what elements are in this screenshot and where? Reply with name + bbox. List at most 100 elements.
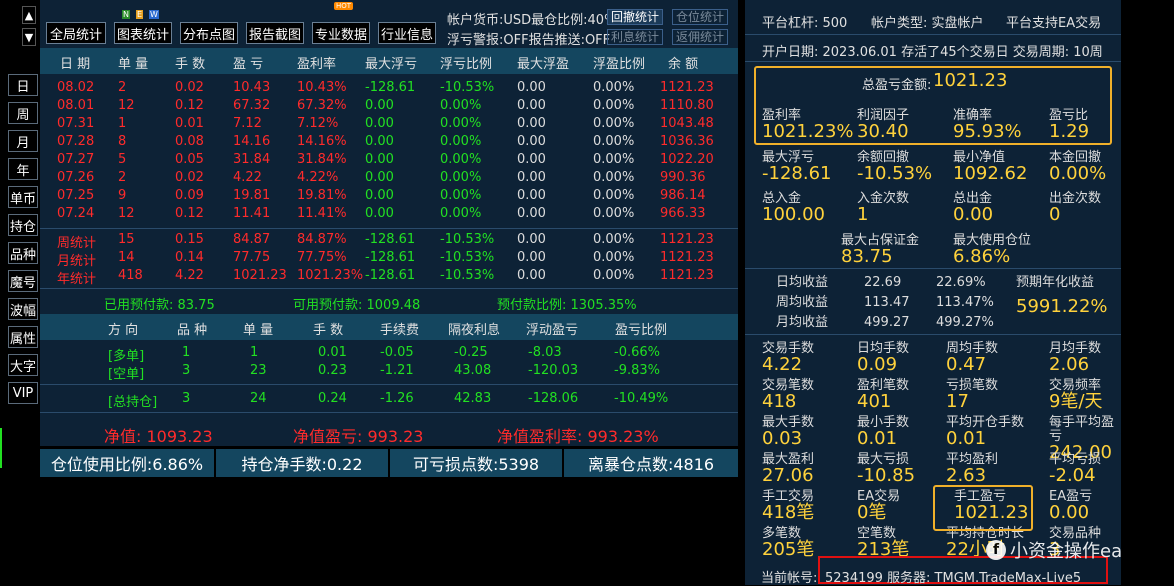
leverage: 平台杠杆: 500 <box>762 16 848 31</box>
trade-row: 07.26 2 0.02 4.22 4.22% 0.00 0.00% 0.00 0.00% 990… <box>40 169 738 187</box>
cell: 1036.36 <box>660 134 714 149</box>
cell: -10.53% <box>440 268 495 283</box>
grid-stat-cell: 交易手数 4.22 <box>762 341 815 375</box>
position-row: [多单] 1 1 0.01 -0.05 -0.25 -8.03 -0.66% <box>40 344 738 364</box>
side-btn-single-currency[interactable]: 单币 <box>8 186 38 208</box>
position-stats-button[interactable]: 仓位统计 <box>672 9 729 25</box>
rebate-stats-button[interactable]: 返佣统计 <box>672 29 729 45</box>
cell: 1021.23% <box>297 268 364 283</box>
position-row: [总持仓] 3 24 0.24 -1.26 42.83 -128.06 -10.49% <box>40 390 738 410</box>
new-badge: NEW <box>122 10 159 19</box>
divider <box>40 288 738 289</box>
cell: 418 <box>118 268 143 283</box>
divider <box>40 412 738 413</box>
current-account-value: 5234199 服务器: TMGM.TradeMax-Live5 <box>825 571 1082 586</box>
stat-cell: 利润因子 30.40 <box>857 108 910 142</box>
stat-cell: 出金次数 0 <box>1049 191 1102 225</box>
grid-stat-cell: 平均亏损 -2.04 <box>1049 452 1102 486</box>
cell: -8.03 <box>528 345 562 360</box>
stat-cell: 盈利率 1021.23% <box>762 108 854 142</box>
side-btn-year[interactable]: 年 <box>8 158 38 180</box>
grid-stat-cell: 月均手数 2.06 <box>1049 341 1102 375</box>
cell: -9.83% <box>614 363 660 378</box>
cell: 67.32 <box>233 98 271 113</box>
weekly-income-pct: 113.47% <box>936 295 994 310</box>
stat-cell: 最小净值 1092.62 <box>953 150 1028 184</box>
cell: 0.05 <box>175 152 204 167</box>
divider <box>40 384 738 385</box>
trade-row: 07.31 1 0.01 7.12 7.12% 0.00 0.00% 0.00 0.00% 104… <box>40 115 738 133</box>
side-btn-vip[interactable]: VIP <box>8 382 38 404</box>
cell: 0.09 <box>175 188 204 203</box>
cell: 7.12% <box>297 116 339 131</box>
cell: 0.15 <box>175 232 204 247</box>
cell: 0.00% <box>593 206 635 221</box>
grid-stat-cell: 最大盈利 27.06 <box>762 452 815 486</box>
side-btn-day[interactable]: 日 <box>8 74 38 96</box>
trade-row: 08.01 12 0.12 67.32 67.32% 0.00 0.00% 0.00 0.00%… <box>40 97 738 115</box>
scroll-up-arrow[interactable]: ▲ <box>22 6 36 24</box>
industry-info-button[interactable]: 行业信息 <box>378 22 436 44</box>
side-btn-month[interactable]: 月 <box>8 130 38 152</box>
cell: 1121.23 <box>660 232 714 247</box>
side-btn-attributes[interactable]: 属性 <box>8 326 38 348</box>
trade-row: 08.02 2 0.02 10.43 10.43% -128.61 -10.53% 0.00 0… <box>40 79 738 97</box>
cell: 0.00% <box>440 134 482 149</box>
cell: 4.22% <box>297 170 339 185</box>
stat-cell: 总出金 0.00 <box>953 191 994 225</box>
summary-row: 周统计 15 0.15 84.87 84.87% -128.61 -10.53% 0.00 0.… <box>40 231 738 251</box>
divider <box>745 34 1121 35</box>
side-btn-magic[interactable]: 魔号 <box>8 270 38 292</box>
side-btn-week[interactable]: 周 <box>8 102 38 124</box>
cell: 0.08 <box>175 134 204 149</box>
cell: 19.81 <box>233 188 271 203</box>
report-screenshot-button[interactable]: 报告截图 <box>246 22 304 44</box>
net-lots: 持仓净手数:0.22 <box>216 449 388 477</box>
cell: 12 <box>118 98 135 113</box>
cell: 84.87% <box>297 232 347 247</box>
cell: 1022.20 <box>660 152 714 167</box>
weekly-income-value: 113.47 <box>864 295 910 310</box>
pro-data-button[interactable]: 专业数据 <box>312 22 370 44</box>
cell: 0.00 <box>517 250 546 265</box>
daily-income-label: 日均收益 <box>776 275 829 290</box>
cell: 1121.23 <box>660 80 714 95</box>
cell: 2 <box>118 80 127 95</box>
distribution-chart-button[interactable]: 分布点图 <box>180 22 238 44</box>
drawdown-stats-button[interactable]: 回撤统计 <box>607 9 664 25</box>
cell: 0.00% <box>593 250 635 265</box>
grid-stat-cell: 周均手数 0.47 <box>946 341 999 375</box>
float-alert-text: 浮亏警报:OFF报告推送:OFF <box>447 33 611 48</box>
side-btn-holdings[interactable]: 持仓 <box>8 214 38 236</box>
cell: 12 <box>118 206 135 221</box>
grid-stat-cell: EA交易 0笔 <box>857 489 901 523</box>
watermark: f 小资金操作ea <box>986 537 1122 563</box>
stats-row-1: 盈利率 1021.23% 利润因子 30.40 准确率 95.93% 盈亏比 1.29 <box>762 109 1120 143</box>
side-btn-large-font[interactable]: 大字 <box>8 354 38 376</box>
stats-row-2: 最大浮亏 -128.61 余额回撤 -10.53% 最小净值 1092.62 本金回撤 0.0… <box>762 151 1120 185</box>
position-rows: [多单] 1 1 0.01 -0.05 -0.25 -8.03 -0.66% [空单] 3 23 0.… <box>40 344 738 410</box>
cell: 7.12 <box>233 116 262 131</box>
cell: 24 <box>250 391 267 406</box>
total-pl-label: 总盈亏金额: <box>862 78 932 93</box>
cell: 966.33 <box>660 206 706 221</box>
cell: 0.00% <box>593 188 635 203</box>
grid-stat-cell: 空笔数 213笔 <box>857 526 910 560</box>
cell: 4.22 <box>175 268 204 283</box>
interest-stats-button[interactable]: 利息统计 <box>607 29 664 45</box>
cell: 0.00% <box>440 170 482 185</box>
scroll-down-arrow[interactable]: ▼ <box>22 28 36 46</box>
cell: 986.14 <box>660 188 706 203</box>
cell: 14.16% <box>297 134 347 149</box>
hot-badge: HOT <box>334 2 354 10</box>
global-stats-button[interactable]: 全局统计 <box>46 22 106 44</box>
cell: 年统计 <box>57 272 97 287</box>
cell: 0.01 <box>175 116 204 131</box>
grid-stat-cell: 亏损笔数 17 <box>946 378 999 412</box>
daily-income-value: 22.69 <box>864 275 902 290</box>
cell: 08.01 <box>57 98 95 113</box>
side-btn-volatility[interactable]: 波幅 <box>8 298 38 320</box>
chart-stats-button[interactable]: 图表统计 <box>114 22 172 44</box>
side-btn-symbol[interactable]: 品种 <box>8 242 38 264</box>
cell: 0.00 <box>517 188 546 203</box>
